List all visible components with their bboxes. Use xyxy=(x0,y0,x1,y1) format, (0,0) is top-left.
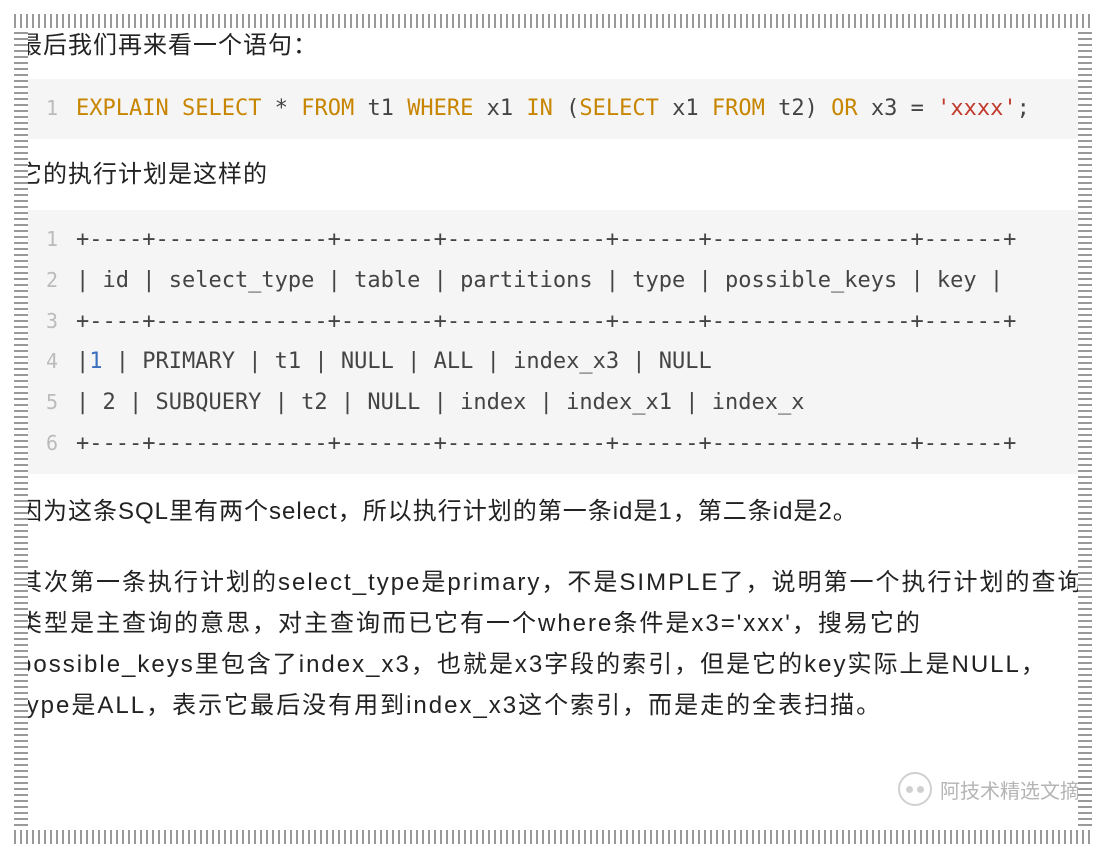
code-line: 4 |1 | PRIMARY | t1 | NULL | ALL | index… xyxy=(28,342,1074,383)
sql-code-block: 1 EXPLAIN SELECT * FROM t1 WHERE x1 IN (… xyxy=(18,79,1088,140)
sql-keyword: SELECT xyxy=(579,96,658,121)
table-separator: +----+-------------+-------+------------… xyxy=(76,302,1016,343)
sql-keyword: WHERE xyxy=(407,96,473,121)
table-header-row: | id | select_type | table | partitions … xyxy=(76,261,1003,302)
line-number: 5 xyxy=(28,384,58,421)
code-line: 1 +----+-------------+-------+----------… xyxy=(28,220,1074,261)
sql-operator: * xyxy=(275,96,288,121)
sql-operator: = xyxy=(911,96,924,121)
sql-identifier: t2 xyxy=(778,96,805,121)
table-separator: +----+-------------+-------+------------… xyxy=(76,424,1016,465)
explain-output-block: 1 +----+-------------+-------+----------… xyxy=(18,210,1088,474)
sql-keyword: FROM xyxy=(712,96,765,121)
article-content: 最后我们再来看一个语句： 1 EXPLAIN SELECT * FROM t1 … xyxy=(0,0,1106,758)
wechat-icon xyxy=(898,772,932,806)
line-number: 1 xyxy=(28,90,58,127)
code-line: 6 +----+-------------+-------+----------… xyxy=(28,424,1074,465)
code-content: EXPLAIN SELECT * FROM t1 WHERE x1 IN (SE… xyxy=(76,89,1030,130)
line-number: 4 xyxy=(28,343,58,380)
watermark: 阿技术精选文摘 xyxy=(898,772,1080,806)
line-number: 1 xyxy=(28,221,58,258)
sql-paren: ( xyxy=(566,96,579,121)
sql-identifier: x3 xyxy=(871,96,898,121)
code-line: 5 | 2 | SUBQUERY | t2 | NULL | index | i… xyxy=(28,383,1074,424)
table-separator: +----+-------------+-------+------------… xyxy=(76,220,1016,261)
sql-identifier: x1 xyxy=(672,96,699,121)
table-row: |1 | PRIMARY | t1 | NULL | ALL | index_x… xyxy=(76,342,712,383)
sql-keyword: SELECT xyxy=(182,96,261,121)
table-cell-id: 1 xyxy=(89,349,102,374)
sql-keyword: IN xyxy=(526,96,553,121)
paragraph-plan-intro: 它的执行计划是这样的 xyxy=(18,155,1088,196)
line-number: 6 xyxy=(28,425,58,462)
paragraph-intro: 最后我们再来看一个语句： xyxy=(18,26,1088,67)
sql-semicolon: ; xyxy=(1017,96,1030,121)
line-number: 2 xyxy=(28,262,58,299)
sql-identifier: t1 xyxy=(367,96,394,121)
sql-string: 'xxxx' xyxy=(937,96,1016,121)
code-line: 2 | id | select_type | table | partition… xyxy=(28,261,1074,302)
code-line: 3 +----+-------------+-------+----------… xyxy=(28,302,1074,343)
line-number: 3 xyxy=(28,303,58,340)
code-line: 1 EXPLAIN SELECT * FROM t1 WHERE x1 IN (… xyxy=(28,89,1074,130)
sql-keyword: OR xyxy=(831,96,858,121)
paragraph-explain-1: 因为这条SQL里有两个select，所以执行计划的第一条id是1，第二条id是2… xyxy=(18,492,1088,533)
sql-keyword: FROM xyxy=(301,96,354,121)
sql-keyword: EXPLAIN xyxy=(76,96,169,121)
sql-identifier: x1 xyxy=(487,96,514,121)
sql-paren: ) xyxy=(805,96,818,121)
table-row: | 2 | SUBQUERY | t2 | NULL | index | ind… xyxy=(76,383,804,424)
paragraph-explain-2: 其次第一条执行计划的select_type是primary，不是SIMPLE了，… xyxy=(18,563,1088,726)
watermark-text: 阿技术精选文摘 xyxy=(940,775,1080,804)
table-cell: | xyxy=(76,349,89,374)
table-cell-rest: | PRIMARY | t1 | NULL | ALL | index_x3 |… xyxy=(103,349,712,374)
